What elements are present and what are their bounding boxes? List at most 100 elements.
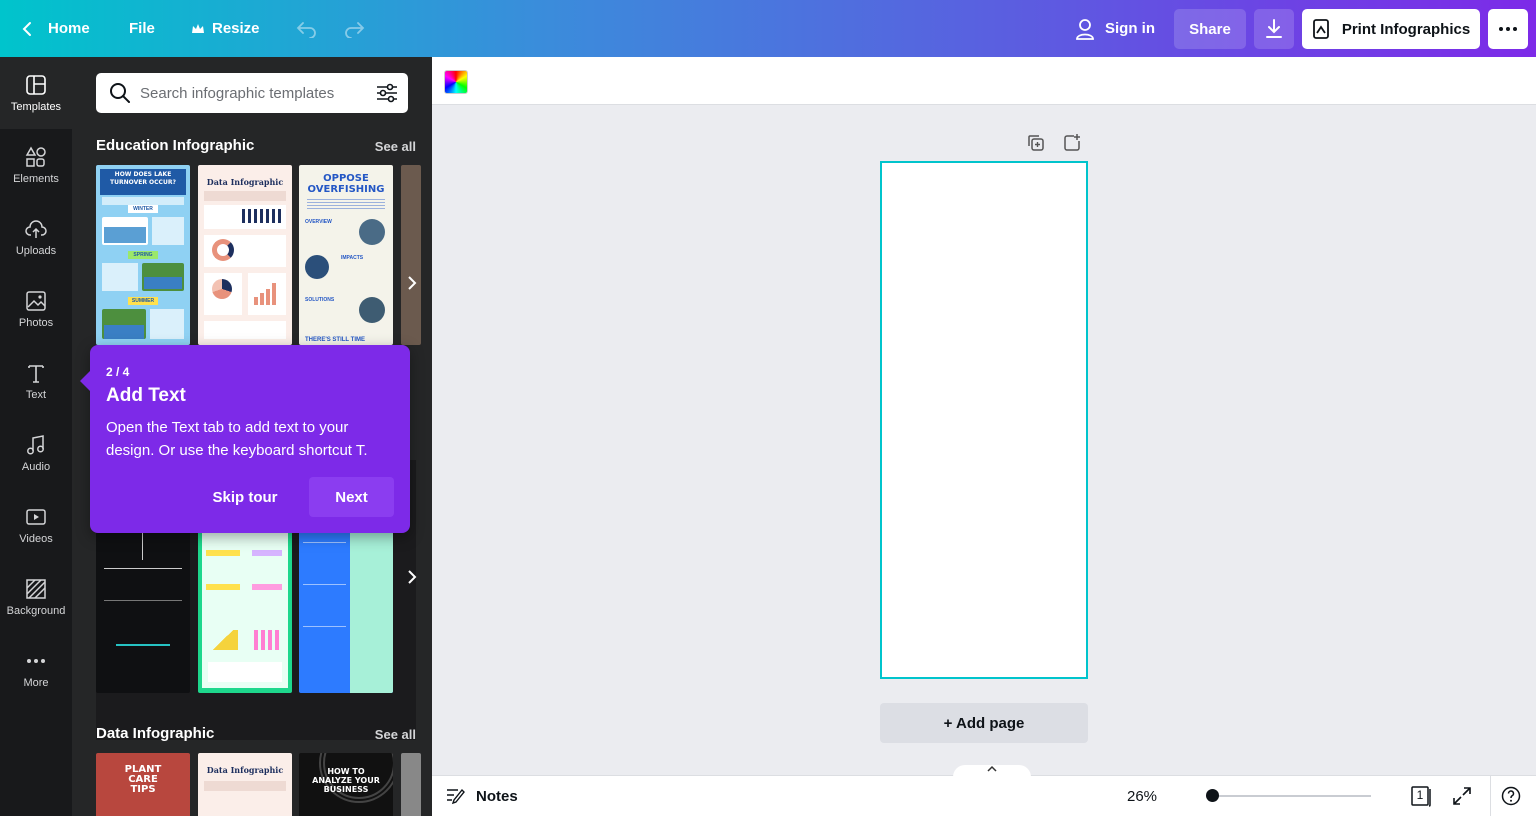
video-icon bbox=[26, 508, 46, 525]
zoom-slider[interactable] bbox=[1205, 789, 1371, 802]
show-pages-button[interactable] bbox=[953, 765, 1031, 777]
see-all-education-link[interactable]: See all bbox=[375, 139, 416, 154]
rail-label: Background bbox=[6, 604, 66, 617]
sign-in-button[interactable]: Sign in bbox=[1075, 0, 1155, 57]
undo-button[interactable] bbox=[296, 0, 318, 57]
zoom-slider-thumb[interactable] bbox=[1205, 789, 1219, 802]
rail-item-uploads[interactable]: Uploads bbox=[0, 201, 72, 273]
divider bbox=[1490, 776, 1491, 816]
left-rail: Templates Elements Uploads Photos Text A… bbox=[0, 57, 72, 816]
fullscreen-button[interactable] bbox=[1452, 786, 1474, 808]
tour-pointer bbox=[80, 371, 90, 391]
filter-icon[interactable] bbox=[376, 83, 398, 103]
page-count: 1 bbox=[1416, 788, 1424, 802]
redo-icon bbox=[345, 21, 365, 38]
design-page[interactable] bbox=[880, 161, 1088, 679]
editor-toolbar bbox=[432, 57, 1536, 105]
search-icon bbox=[110, 83, 130, 103]
template-thumbnail-data-infographic-2[interactable]: Data Infographic bbox=[198, 753, 292, 816]
rail-item-audio[interactable]: Audio bbox=[0, 417, 72, 489]
background-pattern-icon bbox=[26, 578, 46, 599]
download-button[interactable] bbox=[1254, 9, 1294, 49]
search-input[interactable] bbox=[140, 73, 360, 113]
see-all-data-link[interactable]: See all bbox=[375, 727, 416, 742]
tour-title: Add Text bbox=[106, 385, 186, 406]
template-thumbnail-partial-2[interactable] bbox=[401, 753, 421, 816]
chevron-left-icon bbox=[22, 21, 31, 36]
crown-icon bbox=[192, 23, 204, 33]
file-menu[interactable]: File bbox=[129, 0, 155, 57]
resize-button[interactable]: Resize bbox=[191, 0, 260, 57]
tour-step-indicator: 2 / 4 bbox=[106, 365, 130, 379]
rail-label: Elements bbox=[13, 172, 59, 185]
ellipsis-icon bbox=[27, 658, 45, 663]
text-icon bbox=[28, 364, 44, 383]
download-icon bbox=[1266, 19, 1282, 38]
print-icon bbox=[1312, 19, 1329, 39]
ellipsis-icon bbox=[1499, 27, 1517, 31]
home-button[interactable]: Home bbox=[20, 0, 90, 57]
color-picker-button[interactable] bbox=[444, 70, 468, 94]
thumbnail-title: Data Infographic bbox=[206, 177, 284, 187]
template-thumbnail-analyze-business[interactable]: HOW TO ANALYZE YOUR BUSINESS bbox=[299, 753, 393, 816]
tour-body: Open the Text tab to add text to your de… bbox=[106, 419, 368, 459]
page-count-button[interactable]: 1 bbox=[1410, 785, 1434, 807]
rail-item-photos[interactable]: Photos bbox=[0, 273, 72, 345]
file-label: File bbox=[129, 20, 155, 37]
rail-label: Text bbox=[25, 388, 47, 401]
thumbnail-subheading: OVERVIEW bbox=[305, 219, 332, 225]
chevron-right-icon bbox=[408, 570, 417, 584]
user-icon bbox=[1076, 18, 1094, 40]
rail-label: Uploads bbox=[15, 244, 57, 257]
notes-icon bbox=[447, 788, 465, 805]
rail-label: Videos bbox=[19, 532, 53, 545]
resize-label: Resize bbox=[212, 20, 260, 37]
notes-button[interactable]: Notes bbox=[446, 776, 518, 816]
season-label: SUMMER bbox=[128, 297, 158, 305]
elements-icon bbox=[25, 145, 46, 167]
cloud-upload-icon bbox=[25, 219, 47, 238]
add-page-icon-button[interactable] bbox=[1062, 133, 1086, 157]
skip-tour-button[interactable]: Skip tour bbox=[204, 477, 286, 517]
thumbnail-subheading: THERE'S STILL TIME bbox=[305, 337, 365, 343]
expand-icon bbox=[1453, 787, 1471, 805]
next-button[interactable]: Next bbox=[309, 477, 394, 517]
chevron-right-icon bbox=[408, 276, 417, 290]
help-icon bbox=[1501, 786, 1521, 806]
thumbnail-title: HOW TO ANALYZE YOUR BUSINESS bbox=[312, 767, 380, 794]
top-bar: Home File Resize Sign in Share Print Inf… bbox=[0, 0, 1536, 57]
template-thumbnail-data-infographic[interactable]: Data Infographic bbox=[198, 165, 292, 345]
rail-label: More bbox=[23, 676, 49, 689]
music-icon bbox=[27, 434, 44, 454]
templates-icon bbox=[26, 74, 46, 95]
share-button[interactable]: Share bbox=[1174, 9, 1246, 49]
print-infographics-button[interactable]: Print Infographics bbox=[1302, 9, 1480, 49]
help-button[interactable] bbox=[1501, 786, 1523, 808]
onboarding-tour-popup: 2 / 4 Add Text Open the Text tab to add … bbox=[80, 345, 410, 533]
template-thumbnail-oppose-overfishing[interactable]: OPPOSE OVERFISHING OVERVIEW IMPACTS SOLU… bbox=[299, 165, 393, 345]
rail-label: Templates bbox=[10, 100, 62, 113]
rail-item-background[interactable]: Background bbox=[0, 561, 72, 633]
redo-button[interactable] bbox=[343, 0, 365, 57]
rail-label: Photos bbox=[18, 316, 54, 329]
thumbnail-subheading: SOLUTIONS bbox=[305, 297, 335, 303]
template-thumbnail-lake-turnover[interactable]: HOW DOES LAKE TURNOVER OCCUR? WINTER SPR… bbox=[96, 165, 190, 345]
sign-in-label: Sign in bbox=[1105, 20, 1155, 37]
zoom-percentage[interactable]: 26% bbox=[1127, 776, 1157, 816]
rail-item-videos[interactable]: Videos bbox=[0, 489, 72, 561]
rail-item-text[interactable]: Text bbox=[0, 345, 72, 417]
rail-label: Audio bbox=[21, 460, 51, 473]
season-label: WINTER bbox=[128, 205, 158, 213]
rail-item-templates[interactable]: Templates bbox=[0, 57, 72, 129]
home-label: Home bbox=[48, 20, 90, 37]
add-page-button[interactable]: + Add page bbox=[880, 703, 1088, 743]
rail-item-elements[interactable]: Elements bbox=[0, 129, 72, 201]
rail-item-more[interactable]: More bbox=[0, 633, 72, 705]
season-label: SPRING bbox=[128, 251, 158, 259]
template-thumbnail-plant-care[interactable]: PLANT CARE TIPS bbox=[96, 753, 190, 816]
thumbnail-title: PLANT CARE TIPS bbox=[124, 764, 162, 795]
more-options-button[interactable] bbox=[1488, 9, 1528, 49]
notes-label: Notes bbox=[476, 787, 518, 805]
duplicate-page-button[interactable] bbox=[1026, 133, 1050, 157]
section-title-data: Data Infographic bbox=[96, 725, 215, 742]
